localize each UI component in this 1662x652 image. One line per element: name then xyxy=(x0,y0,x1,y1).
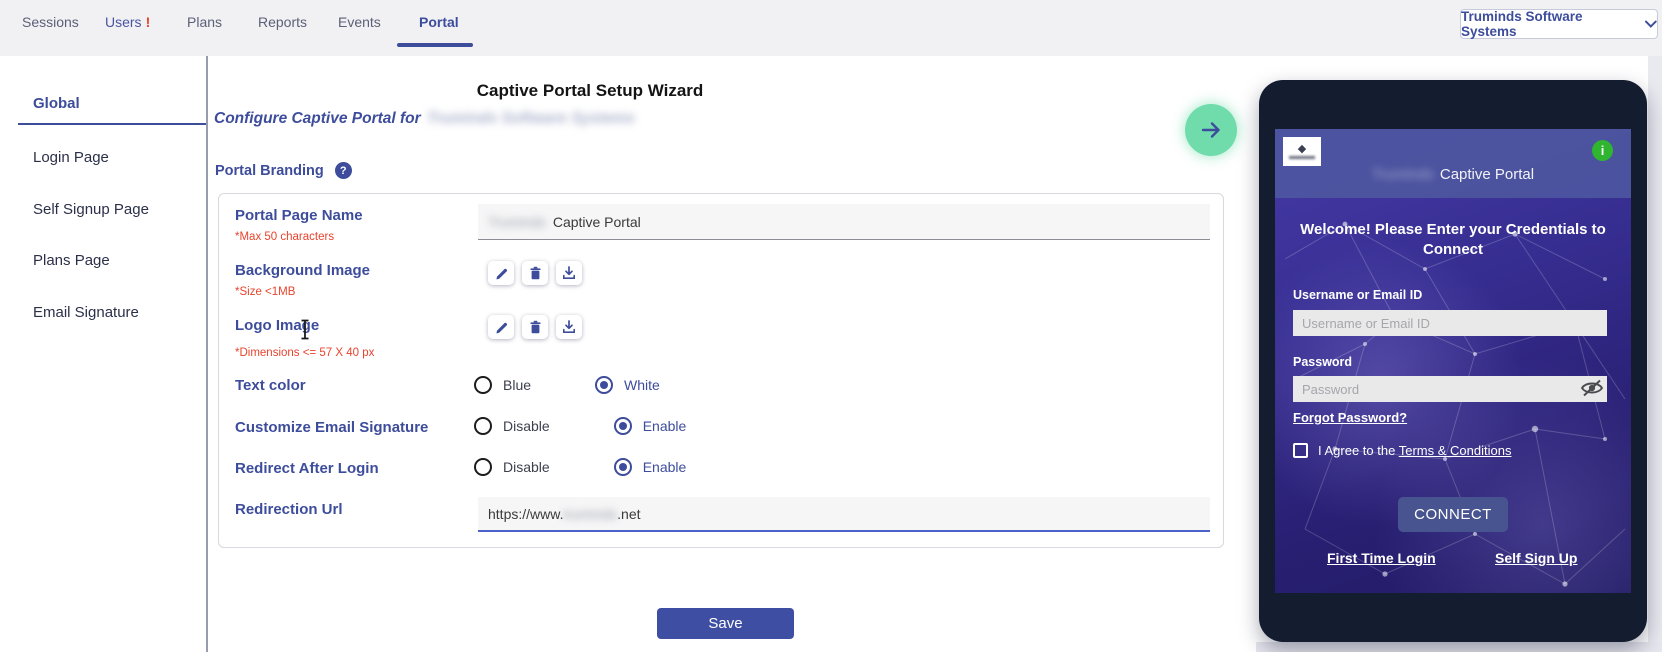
save-button[interactable]: Save xyxy=(657,608,794,639)
background-image-actions xyxy=(488,261,582,285)
preview-header-bar: ◆ i TrumindsCaptive Portal xyxy=(1275,129,1631,198)
portal-page-name-note: *Max 50 characters xyxy=(235,231,334,243)
nav-tab-plans[interactable]: Plans xyxy=(187,14,222,30)
first-time-login-link[interactable]: First Time Login xyxy=(1327,550,1436,566)
nav-tab-portal[interactable]: Portal xyxy=(419,14,459,30)
page-bottom-margin xyxy=(1256,642,1662,652)
redirection-url-label: Redirection Url xyxy=(235,501,343,518)
edit-background-button[interactable] xyxy=(488,261,514,285)
info-icon[interactable]: i xyxy=(1592,140,1613,161)
connect-button[interactable]: CONNECT xyxy=(1398,497,1508,532)
help-icon[interactable]: ? xyxy=(335,162,352,179)
delete-background-button[interactable] xyxy=(522,261,548,285)
radio-blue[interactable] xyxy=(474,376,492,394)
redacted-portal-title-prefix: Truminds xyxy=(1372,166,1434,183)
sidebar-item-plans-page[interactable]: Plans Page xyxy=(33,252,110,269)
terms-conditions-link[interactable]: Terms & Conditions xyxy=(1399,443,1512,458)
trash-icon xyxy=(529,320,542,334)
text-color-label: Text color xyxy=(235,377,306,394)
preview-portal-title: TrumindsCaptive Portal xyxy=(1275,166,1631,183)
eye-slash-icon[interactable] xyxy=(1580,379,1604,397)
sidebar-divider xyxy=(206,56,208,652)
radio-signature-disable-label: Disable xyxy=(503,418,550,434)
radio-signature-disable[interactable] xyxy=(474,417,492,435)
sidebar-item-email-signature[interactable]: Email Signature xyxy=(33,304,139,321)
pencil-icon xyxy=(495,266,508,280)
nav-tab-reports[interactable]: Reports xyxy=(258,14,307,30)
users-alert-badge: ! xyxy=(146,14,151,30)
download-icon xyxy=(562,266,576,280)
terms-checkbox[interactable] xyxy=(1293,443,1308,458)
download-background-button[interactable] xyxy=(556,261,582,285)
radio-white[interactable] xyxy=(595,376,613,394)
chevron-down-icon xyxy=(1645,20,1657,28)
redirect-radio-group: Disable Enable xyxy=(474,458,686,476)
download-icon xyxy=(562,320,576,334)
radio-redirect-enable[interactable] xyxy=(614,458,632,476)
sidebar-item-login-page[interactable]: Login Page xyxy=(33,149,109,166)
portal-preview-screen: ◆ i TrumindsCaptive Portal Welcome! Plea… xyxy=(1275,129,1631,593)
logo-image-actions xyxy=(488,315,582,339)
arrow-right-icon xyxy=(1199,119,1223,141)
nav-tab-events[interactable]: Events xyxy=(338,14,381,30)
username-input[interactable] xyxy=(1293,310,1607,336)
page-title: Captive Portal Setup Wizard xyxy=(300,81,880,101)
logo-glyph-icon: ◆ xyxy=(1298,144,1306,154)
redacted-portal-name-prefix: Truminds xyxy=(488,214,546,230)
terms-agreement-row: I Agree to the Terms & Conditions xyxy=(1293,443,1511,458)
portal-branding-card xyxy=(218,193,1224,548)
password-input[interactable] xyxy=(1293,376,1607,402)
email-signature-radio-group: Disable Enable xyxy=(474,417,686,435)
download-logo-button[interactable] xyxy=(556,315,582,339)
nav-tab-users[interactable]: Users! xyxy=(105,14,150,30)
top-navigation-bar: Sessions Users! Plans Reports Events Por… xyxy=(0,0,1662,56)
redirection-url-input[interactable]: https://www.truminds.net xyxy=(478,497,1210,532)
self-sign-up-link[interactable]: Self Sign Up xyxy=(1495,550,1577,566)
radio-redirect-enable-label: Enable xyxy=(643,459,687,475)
next-step-button[interactable] xyxy=(1185,104,1237,156)
page-right-margin xyxy=(1648,56,1662,652)
portal-branding-heading: Portal Branding ? xyxy=(215,162,352,179)
portal-page-name-label: Portal Page Name xyxy=(235,207,363,224)
customize-email-signature-label: Customize Email Signature xyxy=(235,419,428,436)
delete-logo-button[interactable] xyxy=(522,315,548,339)
username-label: Username or Email ID xyxy=(1293,288,1422,302)
sidebar-item-self-signup-page[interactable]: Self Signup Page xyxy=(33,201,149,218)
text-cursor xyxy=(298,319,312,340)
redacted-org-name: Truminds Software Systems xyxy=(427,110,635,127)
pencil-icon xyxy=(495,320,508,334)
sidebar-item-global[interactable]: Global xyxy=(33,95,80,112)
password-label: Password xyxy=(1293,355,1352,369)
text-color-radio-group: Blue White xyxy=(474,376,660,394)
preview-logo: ◆ xyxy=(1283,137,1321,166)
organization-selector-label: Truminds Software Systems xyxy=(1461,9,1637,39)
radio-signature-enable[interactable] xyxy=(614,417,632,435)
radio-redirect-disable[interactable] xyxy=(474,458,492,476)
logo-image-note: *Dimensions <= 57 X 40 px xyxy=(235,347,374,359)
captive-portal-setup-page: Sessions Users! Plans Reports Events Por… xyxy=(0,0,1662,652)
background-image-note: *Size <1MB xyxy=(235,286,295,298)
radio-white-label: White xyxy=(624,377,660,393)
organization-selector[interactable]: Truminds Software Systems xyxy=(1460,9,1658,39)
welcome-message: Welcome! Please Enter your Credentials t… xyxy=(1293,220,1613,260)
portal-page-name-input[interactable]: Truminds Captive Portal xyxy=(478,204,1210,240)
forgot-password-link[interactable]: Forgot Password? xyxy=(1293,410,1407,425)
nav-tab-sessions[interactable]: Sessions xyxy=(22,14,79,30)
configure-subtitle: Configure Captive Portal forTruminds Sof… xyxy=(214,110,635,128)
radio-redirect-disable-label: Disable xyxy=(503,459,550,475)
redacted-url-domain: truminds xyxy=(563,506,617,522)
background-image-label: Background Image xyxy=(235,262,370,279)
radio-signature-enable-label: Enable xyxy=(643,418,687,434)
logo-microtext xyxy=(1289,156,1315,159)
active-tab-underline xyxy=(397,43,473,47)
trash-icon xyxy=(529,266,542,280)
sidebar-active-underline xyxy=(18,123,206,125)
redirect-after-login-label: Redirect After Login xyxy=(235,460,379,477)
radio-blue-label: Blue xyxy=(503,377,531,393)
edit-logo-button[interactable] xyxy=(488,315,514,339)
